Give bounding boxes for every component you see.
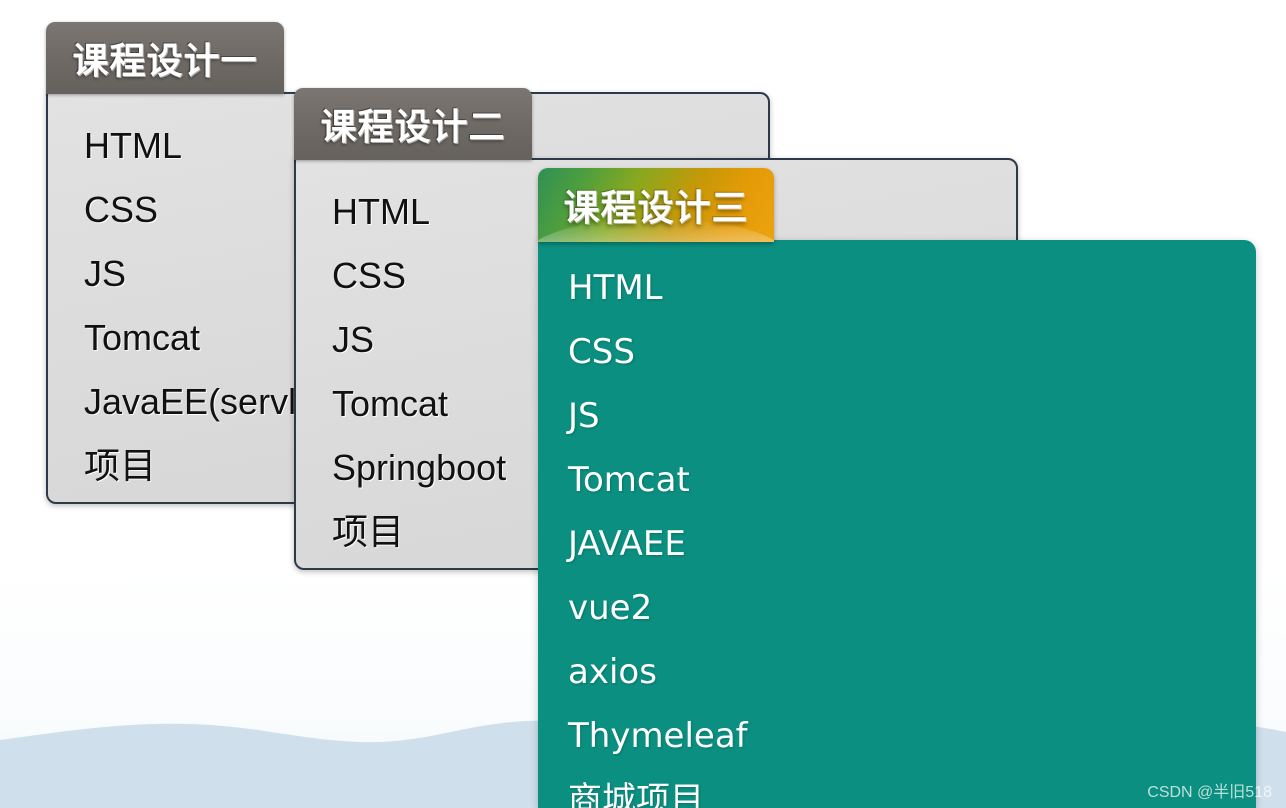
course-design-card-three[interactable]: 课程设计三 HTML CSS JS Tomcat JAVAEE vue2 axi… bbox=[0, 0, 1286, 808]
card-three-topic-list: HTML CSS JS Tomcat JAVAEE vue2 axios Thy… bbox=[538, 240, 1256, 808]
list-item: vue2 bbox=[568, 588, 653, 628]
list-item: JS bbox=[568, 396, 600, 436]
card-three-body: HTML CSS JS Tomcat JAVAEE vue2 axios Thy… bbox=[538, 240, 1256, 808]
list-item: Tomcat bbox=[568, 460, 690, 500]
slide-canvas: 课程设计一 HTML CSS JS Tomcat JavaEE(servlet)… bbox=[0, 0, 1286, 808]
list-item: HTML bbox=[568, 268, 663, 308]
list-item: 商城项目 bbox=[568, 780, 704, 808]
card-three-title: 课程设计三 bbox=[563, 188, 749, 229]
list-item: JAVAEE bbox=[568, 524, 686, 564]
card-three-tab-header[interactable]: 课程设计三 bbox=[538, 168, 774, 242]
list-item: CSS bbox=[568, 332, 635, 372]
list-item: Thymeleaf bbox=[568, 716, 748, 756]
list-item: axios bbox=[568, 652, 657, 692]
